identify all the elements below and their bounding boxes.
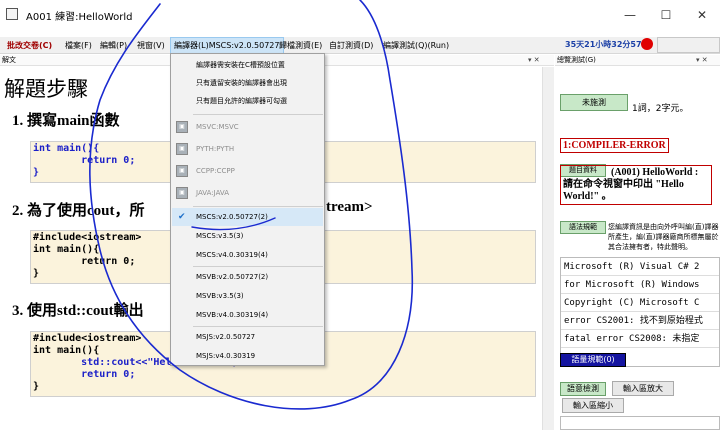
- left-panel-pin-icon[interactable]: ▾ ✕: [528, 55, 540, 66]
- code-line: }: [33, 167, 40, 178]
- maximize-button[interactable]: ☐: [648, 4, 684, 26]
- title-bar: A001 練習:HelloWorld — ☐ ✕: [0, 0, 720, 36]
- menu-compile-run[interactable]: 編譯測試(Q)(Run): [380, 37, 452, 54]
- syntax-rules-button[interactable]: 語法規範: [560, 221, 606, 234]
- dd-item-msvb-v2[interactable]: MSVB:v2.0.50727(2): [172, 268, 323, 286]
- code-line: }: [33, 381, 40, 392]
- code-line: #include<iostream>: [33, 333, 142, 344]
- close-button[interactable]: ✕: [684, 4, 720, 26]
- dd-item-mscs-v4[interactable]: MSCS:v4.0.30319(4): [172, 246, 323, 264]
- console-line: for Microsoft (R) Windows: [561, 276, 719, 294]
- dd-item-label: JAVA:JAVA: [196, 189, 230, 197]
- dd-item-msvc: ▣ MSVC:MSVC: [172, 118, 323, 136]
- console-line: Microsoft (R) Visual C# 2: [561, 258, 719, 276]
- dd-separator: [193, 266, 323, 267]
- semantic-check-button[interactable]: 語意檢測: [560, 382, 606, 396]
- dd-separator: [193, 206, 323, 207]
- input-area[interactable]: [560, 416, 720, 430]
- dd-item-msjs-v2[interactable]: MSJS:v2.0.50727: [172, 328, 323, 346]
- code-line: return 0;: [33, 256, 136, 267]
- code-line: }: [33, 268, 40, 279]
- menu-edit[interactable]: 編輯(P): [97, 37, 130, 54]
- dd-item-mscs-v2[interactable]: ✔ MSCS:v2.0.50727(2): [172, 208, 323, 226]
- compiler-dropdown-menu: 編譯器需安裝在C槽預設位置 只有遺留安裝的編譯器會出現 只有題目允許的編譯器可勾…: [170, 53, 325, 366]
- compiler-disabled-icon: ▣: [176, 143, 188, 155]
- menu-view[interactable]: 視窗(V): [134, 37, 168, 54]
- alert-indicator-icon: [641, 38, 653, 50]
- countdown-timer: 35天21小時32分57秒: [565, 40, 650, 49]
- syntax-note: 您編譯資訊是由向外呼叫編(直)譯器所產生，編(直)譯器廠商所標無屬於其合法擁有者…: [608, 223, 719, 251]
- step-1-title: 1. 撰寫main函數: [12, 113, 120, 129]
- dd-separator: [193, 326, 323, 327]
- top-input-field[interactable]: [657, 37, 720, 53]
- dd-item-label: MSCS:v2.0.50727(2): [196, 213, 268, 221]
- menu-file[interactable]: 檔案(F): [62, 37, 95, 54]
- left-panel-title: 解文: [2, 56, 16, 64]
- dd-item-pyth: ▣ PYTH:PYTH: [172, 140, 323, 158]
- code-line: int main(){: [33, 143, 100, 154]
- code-line: int main(){: [33, 345, 100, 356]
- dd-item-ccpp: ▣ CCPP:CCPP: [172, 162, 323, 180]
- menu-compiler[interactable]: 編譯器(L)MSCS:v2.0.50727: [170, 37, 284, 54]
- status-text: 1詞，2字元。: [632, 104, 689, 114]
- check-icon: ✔: [178, 212, 186, 222]
- code-line: return 0;: [33, 369, 136, 380]
- dd-item-mscs-v3[interactable]: MSCS:v3.5(3): [172, 227, 323, 245]
- compiler-output-console: Microsoft (R) Visual C# 2 for Microsoft …: [560, 257, 720, 367]
- right-panel-pin-icon[interactable]: ▾ ✕: [696, 55, 708, 66]
- console-line: Copyright (C) Microsoft C: [561, 294, 719, 312]
- shrink-input-button[interactable]: 輸入區縮小: [562, 398, 624, 413]
- code-line: #include<iostream>: [33, 232, 142, 243]
- menu-custom-tests[interactable]: 自訂測資(D): [326, 37, 376, 54]
- window-title: A001 練習:HelloWorld: [26, 12, 133, 23]
- dd-note-install-location[interactable]: 編譯器需安裝在C槽預設位置: [172, 56, 323, 74]
- compiler-disabled-icon: ▣: [176, 165, 188, 177]
- dd-item-java: ▣ JAVA:JAVA: [172, 184, 323, 202]
- menu-submit[interactable]: 批改交卷(C): [4, 37, 55, 54]
- menu-archive-tests[interactable]: 歸檔測資(E): [276, 37, 325, 54]
- dd-note-installed-only[interactable]: 只有遺留安裝的編譯器會出現: [172, 74, 323, 92]
- compiler-error-label: 1:COMPILER-ERROR: [560, 138, 669, 153]
- dd-item-label: CCPP:CCPP: [196, 167, 235, 175]
- left-panel-scrollbar[interactable]: [542, 67, 554, 430]
- dd-item-label: MSVC:MSVC: [196, 123, 239, 131]
- code-line: return 0;: [33, 155, 136, 166]
- right-panel-title: 總覽測試(G): [557, 56, 596, 64]
- dd-separator: [193, 114, 323, 115]
- dd-note-allowed-only[interactable]: 只有題目允許的編譯器可勾選: [172, 92, 323, 110]
- console-line: error CS2001: 找不到原始程式: [561, 312, 719, 330]
- dd-item-label: PYTH:PYTH: [196, 145, 235, 153]
- app-icon: [6, 8, 18, 20]
- step-2-title: 2. 為了使用cout，所: [12, 203, 145, 219]
- step-3-title: 3. 使用std::cout輸出: [12, 303, 144, 319]
- step-2-title-suffix: tream>: [326, 199, 373, 215]
- compiler-disabled-icon: ▣: [176, 187, 188, 199]
- console-line: fatal error CS2008: 未指定: [561, 330, 719, 348]
- problem-description: (A001) HelloWorld : 請在命令視窗中印出 "Hello Wor…: [560, 165, 712, 205]
- doc-heading: 解題步驟: [4, 77, 88, 101]
- status-button[interactable]: 未施測: [560, 94, 628, 111]
- enlarge-input-button[interactable]: 輸入區放大: [612, 381, 674, 396]
- dd-item-msjs-v4[interactable]: MSJS:v4.0.30319: [172, 347, 323, 365]
- dd-item-msvb-v4[interactable]: MSVB:v4.0.30319(4): [172, 306, 323, 324]
- minimize-button[interactable]: —: [612, 4, 648, 26]
- dd-item-msvb-v3[interactable]: MSVB:v3.5(3): [172, 287, 323, 305]
- compiler-disabled-icon: ▣: [176, 121, 188, 133]
- code-line: int main(){: [33, 244, 100, 255]
- rules-count-button[interactable]: 語量規範(0): [560, 353, 626, 367]
